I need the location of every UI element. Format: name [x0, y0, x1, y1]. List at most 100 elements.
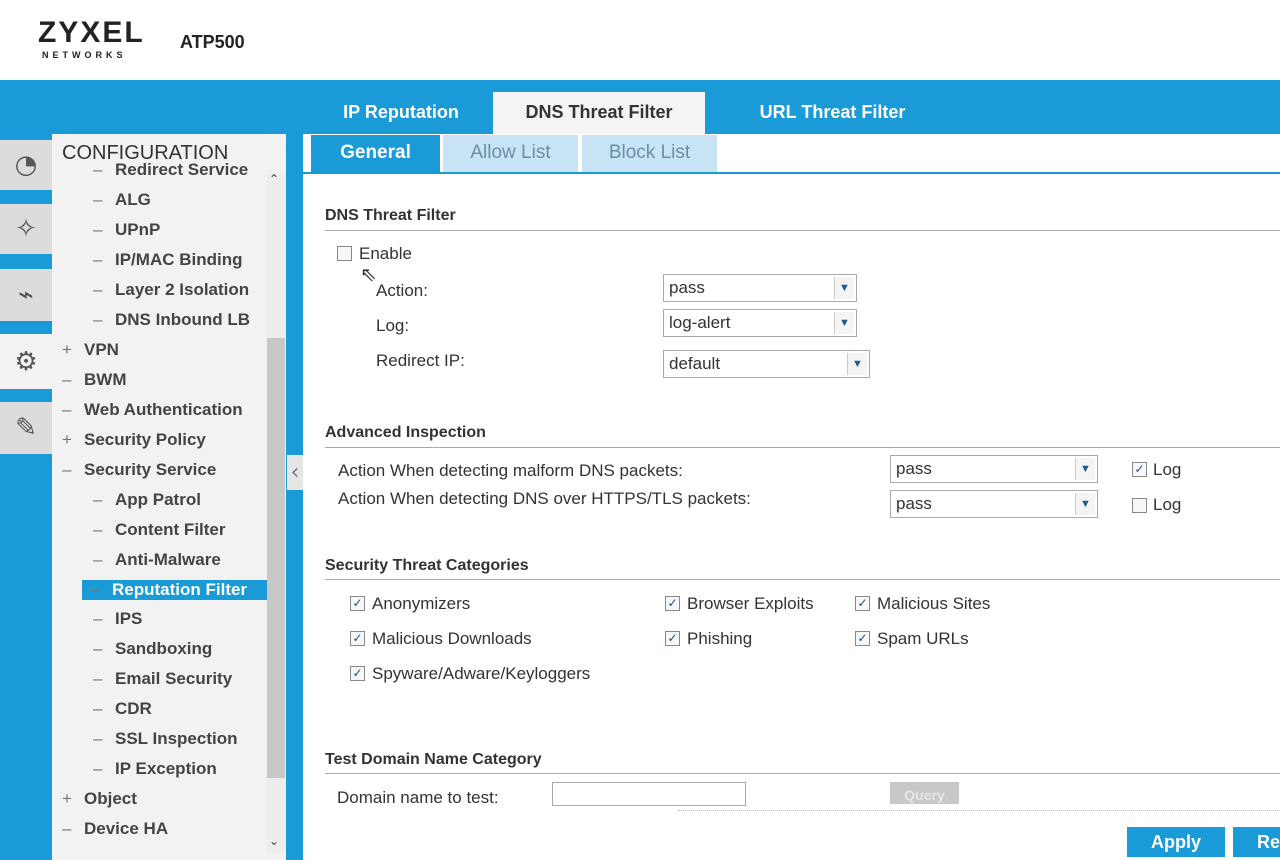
sidebar-item[interactable]: – Sandboxing: [93, 639, 212, 659]
action-select[interactable]: pass ▼: [663, 274, 857, 302]
sidebar-item-label: Reputation Filter: [112, 580, 248, 599]
divider: [325, 773, 1280, 774]
malform-log-checkbox[interactable]: ✓: [1132, 462, 1147, 477]
category-checkbox[interactable]: ✓: [350, 596, 365, 611]
category-label: Browser Exploits: [687, 594, 814, 613]
action-value: pass: [669, 278, 705, 297]
tree-prefix: –: [93, 520, 103, 539]
monitor-icon[interactable]: ⌁: [0, 269, 52, 321]
sidebar-item-label: Sandboxing: [115, 639, 213, 658]
log-label: Log:: [376, 316, 410, 335]
scroll-up-icon[interactable]: ⌃: [269, 172, 279, 186]
mouse-cursor-icon: ⇖: [360, 262, 377, 286]
tree-prefix: –: [93, 490, 103, 509]
subtab-allow-list[interactable]: Allow List: [443, 135, 578, 173]
sidebar-item-label: ALG: [115, 190, 151, 209]
category-checkbox[interactable]: ✓: [350, 631, 365, 646]
tab-ip-reputation[interactable]: IP Reputation: [312, 92, 490, 134]
doh-log-checkbox[interactable]: [1132, 498, 1147, 513]
log-value: log-alert: [669, 313, 731, 332]
sidebar-item[interactable]: + Security Policy: [62, 430, 206, 450]
sidebar-item[interactable]: – Anti-Malware: [93, 550, 221, 570]
subtab-divider: [303, 172, 1280, 174]
section-title-test: Test Domain Name Category: [325, 751, 542, 768]
subtab-block-list[interactable]: Block List: [582, 135, 717, 173]
reset-button[interactable]: Reset: [1233, 827, 1280, 857]
malform-value: pass: [896, 459, 932, 478]
sidebar-item-label: Web Authentication: [84, 400, 243, 419]
tree-prefix: –: [93, 639, 103, 658]
doh-action-select[interactable]: pass ▼: [890, 490, 1098, 518]
dashboard-icon[interactable]: ◔: [0, 140, 52, 190]
divider: [325, 447, 1280, 448]
sidebar-item[interactable]: – Layer 2 Isolation: [93, 280, 249, 300]
divider: [325, 230, 1280, 231]
sidebar-item[interactable]: – Device HA: [62, 819, 168, 839]
sidebar-item[interactable]: – SSL Inspection: [93, 729, 238, 749]
sidebar-item[interactable]: + Object: [62, 789, 137, 809]
sidebar-item[interactable]: – Reputation Filter: [82, 580, 267, 600]
sidebar-item-label: Content Filter: [115, 520, 226, 539]
sidebar-item-label: Security Policy: [84, 430, 206, 449]
category-checkbox[interactable]: ✓: [855, 631, 870, 646]
tree-prefix: –: [62, 400, 72, 419]
enable-checkbox[interactable]: [337, 246, 352, 261]
sidebar-item[interactable]: – BWM: [62, 370, 126, 390]
tree-prefix: –: [93, 310, 103, 329]
sidebar-item[interactable]: – Web Authentication: [62, 400, 243, 420]
query-button[interactable]: Query: [890, 782, 959, 804]
sidebar-item[interactable]: – Redirect Service: [93, 160, 248, 180]
apply-button[interactable]: Apply: [1127, 827, 1225, 857]
sidebar-item[interactable]: + VPN: [62, 340, 119, 360]
log-select[interactable]: log-alert ▼: [663, 309, 857, 337]
sidebar-item-label: UPnP: [115, 220, 161, 239]
malform-action-select[interactable]: pass ▼: [890, 455, 1098, 483]
tree-prefix: –: [93, 220, 103, 239]
sidebar-item-label: Redirect Service: [115, 160, 249, 179]
sidebar-item[interactable]: – DNS Inbound LB: [93, 310, 250, 330]
category-label: Spyware/Adware/Keyloggers: [372, 664, 591, 683]
gear-icon[interactable]: ⚙: [0, 334, 52, 389]
sidebar-scrollbar-thumb[interactable]: [267, 338, 285, 778]
sidebar-item[interactable]: – Security Service: [62, 460, 216, 480]
tab-dns-threat-filter[interactable]: DNS Threat Filter: [493, 92, 705, 134]
tab-url-threat-filter[interactable]: URL Threat Filter: [735, 92, 930, 134]
sidebar-item[interactable]: – IP Exception: [93, 759, 217, 779]
category-checkbox[interactable]: ✓: [350, 666, 365, 681]
tree-prefix: –: [93, 729, 103, 748]
section-title-dns: DNS Threat Filter: [325, 207, 456, 224]
collapse-sidebar-icon[interactable]: ‹: [287, 455, 303, 490]
sidebar-item[interactable]: – IPS: [93, 609, 142, 629]
chevron-down-icon: ▼: [1075, 493, 1095, 515]
tree-prefix: +: [62, 430, 72, 449]
tree-prefix: –: [93, 609, 103, 628]
sidebar-item[interactable]: – UPnP: [93, 220, 160, 240]
sidebar-item-label: App Patrol: [115, 490, 201, 509]
category-checkbox[interactable]: ✓: [665, 631, 680, 646]
sidebar-item[interactable]: – IP/MAC Binding: [93, 250, 242, 270]
sidebar-item[interactable]: – CDR: [93, 699, 152, 719]
subtab-general[interactable]: General: [311, 135, 440, 173]
sidebar-item[interactable]: – Content Filter: [93, 520, 226, 540]
category-checkbox[interactable]: ✓: [665, 596, 680, 611]
domain-test-input[interactable]: [552, 782, 746, 806]
tree-prefix: –: [93, 699, 103, 718]
category-checkbox[interactable]: ✓: [855, 596, 870, 611]
scroll-down-icon[interactable]: ⌄: [269, 834, 279, 848]
redirect-ip-select[interactable]: default ▼: [663, 350, 870, 378]
tree-prefix: –: [62, 460, 72, 479]
sidebar-item[interactable]: – ALG: [93, 190, 151, 210]
wizard-icon[interactable]: ✧: [0, 204, 52, 254]
maintenance-icon[interactable]: ✎: [0, 402, 52, 454]
sidebar-item[interactable]: – Email Security: [93, 669, 232, 689]
sidebar-item[interactable]: – App Patrol: [93, 490, 201, 510]
divider: [325, 579, 1280, 580]
device-model: ATP500: [180, 32, 245, 52]
chevron-down-icon: ▼: [834, 312, 854, 334]
tree-prefix: +: [62, 789, 72, 808]
sidebar-item-label: Security Service: [84, 460, 217, 479]
tree-prefix: –: [93, 250, 103, 269]
sidebar-item-label: BWM: [84, 370, 127, 389]
chevron-down-icon: ▼: [834, 277, 854, 299]
redirect-ip-label: Redirect IP:: [376, 351, 465, 370]
